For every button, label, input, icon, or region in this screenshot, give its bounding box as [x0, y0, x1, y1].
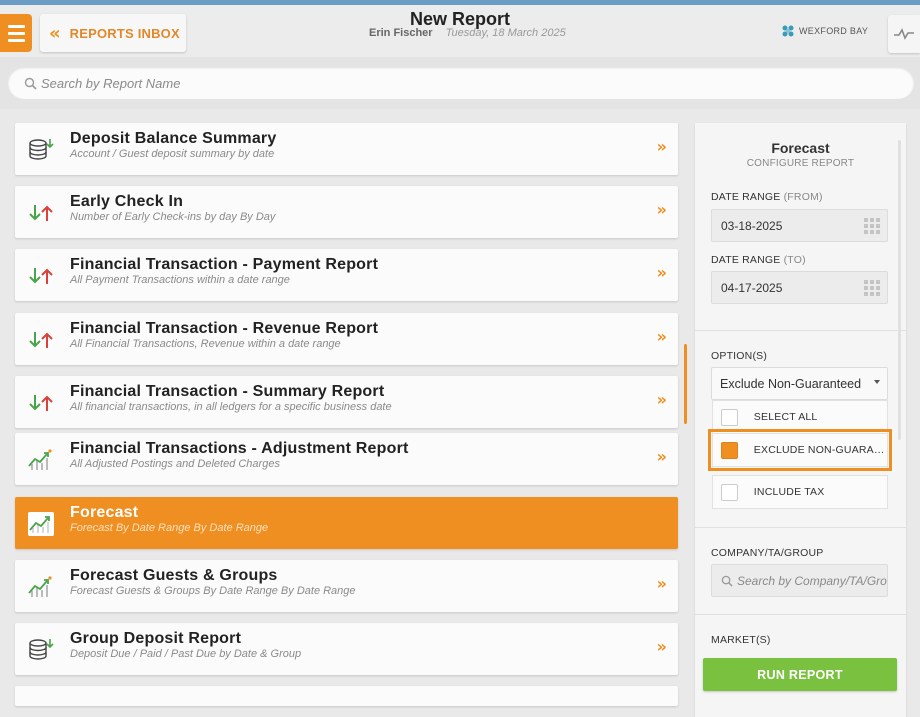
report-description: Deposit Due / Paid / Past Due by Date & … [70, 648, 302, 660]
options-select[interactable]: Exclude Non-Guaranteed [711, 367, 888, 400]
report-description: Account / Guest deposit summary by date [70, 148, 275, 160]
checkbox[interactable] [721, 408, 738, 426]
report-item[interactable]: Financial Transaction - Revenue Report A… [15, 313, 678, 365]
report-description: All Adjusted Postings and Deleted Charge… [70, 458, 280, 470]
brand-logo-icon [782, 25, 794, 37]
search-box[interactable] [8, 67, 914, 99]
date-to-value: 04-17-2025 [721, 280, 783, 295]
report-item[interactable]: Forecast Guests & Groups Forecast Guests… [15, 560, 678, 612]
company-search-input[interactable] [737, 573, 887, 588]
list-scroll-indicator[interactable] [684, 344, 687, 424]
panel-subtitle: CONFIGURE REPORT [746, 158, 855, 169]
report-description: All financial transactions, in all ledge… [70, 401, 392, 413]
chevron-right-icon: » [656, 637, 667, 656]
chevron-right-icon: » [656, 263, 667, 282]
option-label: INCLUDE TAX [753, 486, 825, 498]
date-from-label: DATE RANGE (FROM) [711, 191, 823, 203]
menu-line [7, 38, 25, 42]
header: « REPORTS INBOX New Report Erin Fischer … [0, 5, 920, 57]
chevron-right-icon: » [656, 390, 667, 409]
divider [695, 614, 906, 615]
brand-name: WEXFORD BAY [799, 26, 869, 36]
user-name: Erin Fischer [369, 27, 433, 39]
current-date: Tuesday, 18 March 2025 [445, 27, 566, 39]
report-title: Financial Transaction - Payment Report [70, 256, 379, 273]
database-icon [27, 636, 55, 664]
option-label: SELECT ALL [753, 411, 818, 423]
date-to-label: DATE RANGE (TO) [711, 254, 806, 266]
option-include-tax[interactable]: INCLUDE TAX [712, 475, 888, 509]
run-report-button[interactable]: RUN REPORT [703, 658, 897, 691]
chevron-right-icon: » [656, 447, 667, 466]
caret-down-icon [874, 380, 880, 384]
report-description: All Payment Transactions within a date r… [70, 274, 290, 286]
report-description: Forecast Guests & Groups By Date Range B… [70, 585, 356, 597]
database-icon [27, 136, 55, 164]
search-input[interactable] [41, 75, 641, 91]
report-description: All Financial Transactions, Revenue with… [70, 338, 341, 350]
report-title: Financial Transaction - Revenue Report [70, 320, 379, 337]
report-title: Financial Transactions - Adjustment Repo… [70, 440, 409, 457]
market-label: MARKET(S) [711, 634, 771, 646]
option-exclude-non-guaranteed[interactable]: EXCLUDE NON-GUARANTEED [708, 429, 892, 471]
date-from-field[interactable]: 03-18-2025 [711, 209, 888, 242]
report-item-partial[interactable] [15, 686, 678, 706]
chevron-right-icon: » [656, 327, 667, 346]
activity-button[interactable] [888, 15, 920, 53]
brand: WEXFORD BAY [781, 24, 868, 38]
configure-panel: Forecast CONFIGURE REPORT DATE RANGE (FR… [695, 123, 906, 717]
report-item[interactable]: Deposit Balance Summary Account / Guest … [15, 123, 678, 175]
trend-chart-icon [27, 573, 55, 601]
options-label: OPTION(S) [711, 350, 768, 362]
date-from-suffix: (FROM) [783, 191, 823, 203]
search-row [0, 57, 920, 109]
checkbox[interactable] [721, 483, 738, 501]
report-title: Deposit Balance Summary [70, 130, 277, 147]
report-description: Forecast By Date Range By Date Range [70, 522, 269, 534]
page-subtitle: Erin Fischer Tuesday, 18 March 2025 [369, 27, 566, 39]
option-select-all[interactable]: SELECT ALL [712, 400, 888, 434]
pulse-icon [894, 28, 914, 40]
report-item[interactable]: Financial Transaction - Summary Report A… [15, 376, 678, 428]
report-item[interactable]: Group Deposit Report Deposit Due / Paid … [15, 623, 678, 675]
date-to-suffix: (TO) [783, 254, 806, 266]
chevron-right-icon: » [656, 200, 667, 219]
chevron-right-icon: » [656, 574, 667, 593]
panel-title: Forecast [771, 140, 830, 156]
menu-line [7, 31, 25, 35]
report-item[interactable]: Early Check In Number of Early Check-ins… [15, 186, 678, 238]
report-title: Group Deposit Report [70, 630, 242, 647]
search-icon [721, 575, 733, 587]
date-from-label-text: DATE RANGE [711, 191, 781, 203]
arrows-updown-icon [27, 262, 55, 290]
panel-scrollbar[interactable] [898, 140, 901, 440]
arrows-updown-icon [27, 199, 55, 227]
arrows-updown-icon [27, 326, 55, 354]
report-title: Forecast Guests & Groups [70, 567, 278, 584]
company-label: COMPANY/TA/GROUP [711, 547, 824, 559]
calendar-grid-icon[interactable] [864, 218, 880, 234]
arrows-updown-icon [27, 389, 55, 417]
search-icon [24, 77, 37, 90]
report-title: Financial Transaction - Summary Report [70, 383, 385, 400]
calendar-grid-icon[interactable] [864, 280, 880, 296]
date-to-field[interactable]: 04-17-2025 [711, 271, 888, 304]
company-search-field[interactable] [711, 564, 888, 597]
chevron-right-icon: » [656, 137, 667, 156]
date-from-value: 03-18-2025 [721, 218, 783, 233]
date-to-label-text: DATE RANGE [711, 254, 781, 266]
report-title: Forecast [70, 504, 139, 521]
divider [695, 330, 906, 331]
trend-chart-icon [27, 446, 55, 474]
trend-chart-icon [27, 510, 55, 538]
report-description: Number of Early Check-ins by day By Day [70, 211, 276, 223]
checkbox-checked[interactable] [721, 441, 738, 459]
divider [695, 527, 906, 528]
options-selected-value: Exclude Non-Guaranteed [720, 376, 862, 391]
report-title: Early Check In [70, 193, 184, 210]
report-item-forecast-selected[interactable]: Forecast Forecast By Date Range By Date … [15, 497, 678, 549]
report-item[interactable]: Financial Transactions - Adjustment Repo… [15, 433, 678, 485]
report-item[interactable]: Financial Transaction - Payment Report A… [15, 249, 678, 301]
option-label: EXCLUDE NON-GUARANTEED [753, 444, 887, 456]
